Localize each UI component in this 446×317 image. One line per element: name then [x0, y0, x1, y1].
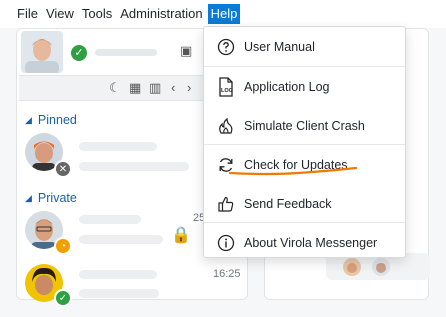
menu-file[interactable]: File [14, 4, 41, 24]
menu-item-application-log[interactable]: LOG Application Log [204, 67, 405, 106]
my-avatar[interactable] [21, 31, 63, 73]
expand-triangle-icon: ◢ [25, 115, 32, 125]
private-label: Private [37, 191, 77, 205]
menu-tools[interactable]: Tools [79, 4, 115, 24]
help-menu-dropdown: User Manual LOG Application Log Simulate… [203, 26, 406, 258]
menu-view[interactable]: View [43, 4, 77, 24]
menu-item-check-for-updates[interactable]: Check for Updates [204, 145, 405, 184]
contact-message-placeholder [79, 235, 163, 244]
log-file-icon: LOG [208, 76, 244, 97]
crash-flame-icon [208, 117, 244, 135]
menu-item-user-manual[interactable]: User Manual [204, 27, 405, 66]
pinned-label: Pinned [37, 113, 77, 127]
calendar-icon[interactable]: ▦ [129, 80, 141, 96]
online-status-icon: ✓ [54, 289, 72, 307]
chevron-right-icon[interactable]: › [187, 80, 191, 95]
contact-name-placeholder [79, 142, 157, 151]
info-icon [208, 234, 244, 252]
chevron-left-icon[interactable]: ‹ [171, 80, 175, 95]
message-time: 16:25 [213, 268, 241, 280]
menu-item-label: Simulate Client Crash [244, 118, 365, 133]
contact-name-placeholder [79, 215, 141, 224]
contact-message-placeholder [79, 289, 159, 298]
menu-item-label: Send Feedback [244, 196, 332, 211]
highlight-underline [228, 166, 358, 176]
offline-status-icon: ✕ [54, 160, 72, 178]
menu-item-simulate-client-crash[interactable]: Simulate Client Crash [204, 106, 405, 145]
thumbs-up-icon [208, 195, 244, 213]
menu-item-label: Application Log [244, 79, 330, 94]
expand-triangle-icon: ◢ [25, 193, 32, 203]
contact-message-placeholder [79, 162, 189, 171]
online-status-icon: ✓ [71, 45, 87, 61]
menu-item-label: User Manual [244, 39, 315, 54]
help-circle-icon [208, 38, 244, 56]
pinned-section-header[interactable]: ◢ Pinned [25, 113, 77, 127]
svg-text:LOG: LOG [221, 88, 233, 94]
menu-administration[interactable]: Administration [117, 4, 205, 24]
menu-item-about[interactable]: About Virola Messenger [204, 223, 405, 262]
my-name-placeholder [95, 49, 157, 56]
menu-help[interactable]: Help [207, 4, 241, 24]
private-section-header[interactable]: ◢ Private [25, 191, 77, 205]
columns-icon[interactable]: ▥ [149, 80, 161, 96]
menu-item-send-feedback[interactable]: Send Feedback [204, 184, 405, 223]
menu-item-label: About Virola Messenger [244, 235, 378, 250]
night-mode-icon[interactable]: ☾ [109, 80, 121, 96]
menu-bar: File View Tools Administration Help [0, 0, 446, 28]
away-status-icon: ◔ [54, 237, 72, 255]
contact-name-placeholder [79, 270, 157, 279]
camera-icon[interactable]: ▣ [180, 43, 192, 59]
lock-icon: 🔒 [171, 227, 191, 244]
